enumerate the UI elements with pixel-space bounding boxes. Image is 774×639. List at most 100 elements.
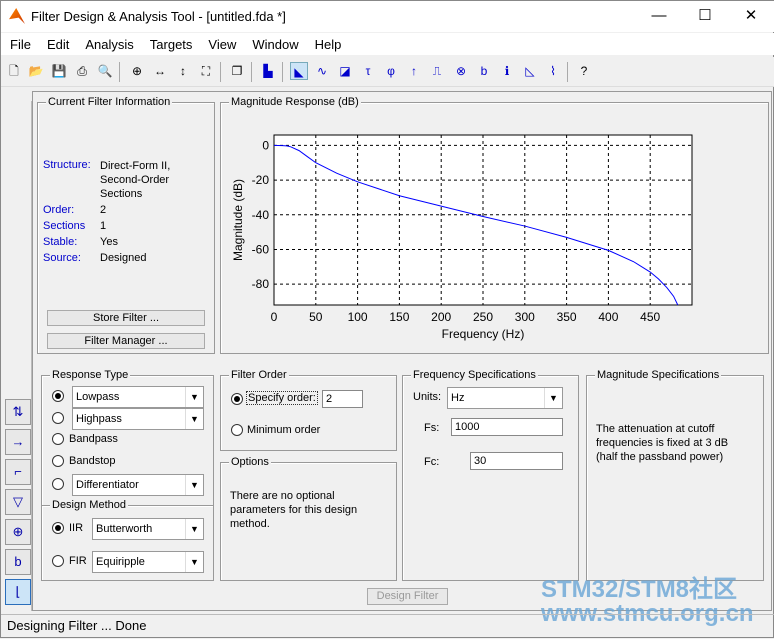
iir-method-dropdown[interactable]: Butterworth ▼ [92, 518, 204, 540]
chevron-down-icon: ▼ [185, 409, 203, 429]
iir-label: IIR [69, 522, 84, 534]
coefficients-icon[interactable]: b [475, 62, 493, 80]
lowpass-dropdown[interactable]: Lowpass ▼ [72, 386, 204, 408]
minimum-order-radio[interactable] [231, 424, 243, 436]
realize-model-icon[interactable]: → [5, 429, 31, 455]
zoom-in-icon[interactable]: ⊕ [128, 62, 146, 80]
menu-analysis[interactable]: Analysis [76, 33, 140, 52]
menu-help[interactable]: Help [306, 33, 349, 52]
quantize-icon[interactable]: ▽ [5, 489, 31, 515]
source-label: Source: [43, 252, 81, 264]
zoom-x-icon[interactable]: ↔ [151, 62, 169, 80]
differentiator-dropdown[interactable]: Differentiator ▼ [72, 474, 204, 496]
whats-this-icon[interactable]: ? [575, 62, 593, 80]
units-dropdown[interactable]: Hz ▼ [447, 387, 563, 409]
menu-file[interactable]: File [1, 33, 38, 52]
menu-targets[interactable]: Targets [141, 33, 200, 52]
dropdown-value: Lowpass [76, 391, 120, 403]
fir-method-dropdown[interactable]: Equiripple ▼ [92, 551, 204, 573]
save-icon[interactable]: 💾 [50, 62, 68, 80]
store-filter-button[interactable]: Store Filter ... [47, 310, 205, 326]
x-tick-label: 150 [389, 310, 409, 324]
toolbar: 🗋 📂 💾 ⎙ 🔍 ⊕ ↔ ↕ ⛶ ❐ ▙ ◣ ∿ ◪ τ φ ↑ ⎍ ⊗ b ℹ ◺ ⌇? [1, 57, 774, 87]
x-tick-label: 100 [348, 310, 368, 324]
highpass-dropdown[interactable]: Highpass ▼ [72, 408, 204, 430]
panel-title: Options [229, 456, 271, 468]
new-window-icon[interactable]: ❐ [228, 62, 246, 80]
order-input[interactable]: 2 [322, 390, 363, 408]
zoom-y-icon[interactable]: ↕ [174, 62, 192, 80]
minimum-order-label: Minimum order [247, 424, 321, 436]
step-response-icon[interactable]: ⎍ [428, 62, 446, 80]
filter-info-icon[interactable]: ℹ [498, 62, 516, 80]
panel-title: Magnitude Specifications [595, 369, 722, 381]
noise-power-icon[interactable]: ⌇ [544, 62, 562, 80]
units-label: Units: [413, 391, 442, 403]
close-button[interactable]: ✕ [736, 5, 766, 27]
fir-radio[interactable] [52, 555, 64, 567]
window-title: Filter Design & Analysis Tool - [untitle… [31, 9, 286, 24]
magnitude-estimate-icon[interactable]: ◺ [521, 62, 539, 80]
structure-label: Structure: [43, 159, 91, 171]
print-preview-icon[interactable]: 🔍 [96, 62, 114, 80]
pole-zero-icon[interactable]: ⊗ [452, 62, 470, 80]
x-tick-label: 50 [309, 310, 323, 324]
panel-title: Design Method [50, 499, 128, 511]
menu-view[interactable]: View [199, 33, 243, 52]
import-filter-icon[interactable]: ⌐ [5, 459, 31, 485]
matlab-logo-icon [9, 8, 25, 24]
x-tick-label: 450 [640, 310, 660, 324]
fc-input[interactable]: 30 [470, 452, 563, 470]
coefficients-export-icon[interactable]: b [5, 549, 31, 575]
sections-label: Sections [43, 220, 86, 232]
pole-zero-editor-icon[interactable]: ⊕ [5, 519, 31, 545]
bandpass-label: Bandpass [69, 433, 118, 445]
print-icon[interactable]: ⎙ [73, 62, 91, 80]
full-view-icon[interactable]: ⛶ [197, 62, 215, 80]
status-bar: Designing Filter ... Done [1, 614, 774, 639]
x-tick-label: 250 [473, 310, 493, 324]
y-tick-label: -40 [252, 208, 270, 222]
maximize-button[interactable]: ☐ [690, 5, 720, 27]
panel-title: Current Filter Information [46, 96, 173, 108]
y-tick-label: -20 [252, 173, 270, 187]
iir-radio[interactable] [52, 522, 64, 534]
new-icon[interactable]: 🗋 [5, 62, 23, 80]
group-delay-icon[interactable]: τ [359, 62, 377, 80]
phase-delay-icon[interactable]: φ [382, 62, 400, 80]
bandpass-radio[interactable] [52, 433, 64, 445]
stable-label: Stable: [43, 236, 78, 248]
status-text: Designing Filter ... Done [7, 618, 147, 633]
y-tick-label: -60 [252, 242, 270, 256]
minimize-button[interactable]: — [644, 5, 674, 27]
lowpass-radio[interactable] [52, 390, 64, 402]
specify-order-radio[interactable] [231, 393, 243, 405]
panel-title: Frequency Specifications [411, 369, 538, 381]
phase-response-icon[interactable]: ∿ [313, 62, 331, 80]
menu-edit[interactable]: Edit [38, 33, 76, 52]
bandstop-label: Bandstop [69, 455, 116, 467]
transform-filter-icon[interactable]: ⇅ [5, 399, 31, 425]
bandstop-radio[interactable] [52, 455, 64, 467]
structure-value: Direct-Form II, Second-Order Sections [100, 160, 171, 200]
differentiator-radio[interactable] [52, 478, 64, 490]
dropdown-value: Differentiator [76, 479, 139, 491]
source-value: Designed [100, 252, 147, 264]
magnitude-response-icon[interactable]: ◣ [290, 62, 308, 80]
filter-specs-icon[interactable]: ▙ [259, 62, 277, 80]
design-filter-button[interactable]: Design Filter [367, 588, 448, 605]
open-icon[interactable]: 📂 [27, 62, 45, 80]
fc-label: Fc: [424, 456, 440, 468]
highpass-radio[interactable] [52, 412, 64, 424]
design-filter-icon[interactable]: ⌊ [5, 579, 31, 605]
x-tick-label: 350 [557, 310, 577, 324]
magnitude-response-chart[interactable]: 0 50 100 150 200 250 300 350 400 450 0 -20 -40 -60 -80… [220, 102, 769, 354]
x-tick-label: 300 [515, 310, 535, 324]
impulse-response-icon[interactable]: ↑ [405, 62, 423, 80]
menu-window[interactable]: Window [243, 33, 305, 52]
magnitude-phase-icon[interactable]: ◪ [336, 62, 354, 80]
fir-label: FIR [69, 555, 87, 567]
filter-manager-button[interactable]: Filter Manager ... [47, 333, 205, 349]
chevron-down-icon: ▼ [544, 388, 562, 408]
fs-input[interactable]: 1000 [451, 418, 563, 436]
